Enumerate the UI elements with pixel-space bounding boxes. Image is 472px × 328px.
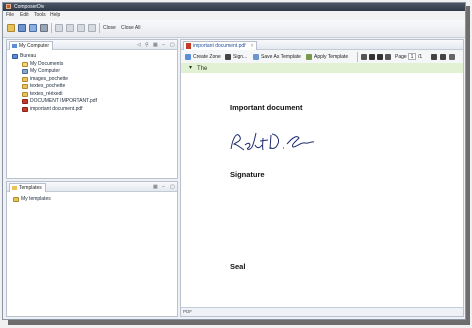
page-number-input[interactable]: 1 [408, 53, 416, 60]
pen-icon [225, 53, 231, 60]
folder-icon [13, 197, 19, 202]
toolbar-separator [51, 23, 52, 33]
cut-icon[interactable] [77, 24, 85, 32]
close-all-button[interactable]: Close All [121, 24, 140, 32]
editor-toolbar: Create Zone Sign... Save As Template App… [181, 50, 463, 64]
pdf-editor: important document.pdf ☓ Create Zone Sig… [180, 39, 464, 317]
save-all-icon[interactable] [29, 24, 37, 32]
tab-templates[interactable]: Templates [9, 183, 46, 192]
toolbar-separator [99, 23, 100, 33]
templates-panel: Templates ▦ – ▢ My templates [6, 181, 178, 317]
previous-page-icon[interactable] [369, 54, 375, 60]
redo-icon[interactable] [66, 24, 74, 32]
link-icon[interactable]: ⚲ [145, 42, 149, 48]
tree-item-label: images_pochette [30, 75, 69, 82]
computer-icon [22, 69, 28, 74]
tree-item-label: DOCUMENT IMPORTANT.pdf [30, 98, 97, 104]
apply-template-icon [306, 53, 312, 60]
panel-header: My Computer ◁ ⚲ ▦ – ▢ [7, 40, 177, 50]
close-tab-icon[interactable]: ☓ [251, 42, 254, 50]
pdf-file-icon [22, 99, 28, 104]
folder-icon [22, 76, 28, 82]
find-icon[interactable] [385, 54, 391, 60]
signature-label: Signature [230, 170, 265, 179]
create-zone-icon [185, 53, 191, 60]
app-icon [6, 4, 11, 9]
minimize-icon[interactable]: – [162, 42, 165, 48]
zoom-in-icon[interactable] [440, 54, 446, 60]
tab-my-computer[interactable]: My Computer [9, 41, 54, 50]
print-icon[interactable] [361, 54, 367, 60]
tree-item-label: textes_pochette [30, 83, 66, 89]
next-page-icon[interactable] [377, 54, 383, 60]
documents-folder-icon [22, 61, 28, 67]
tab-important-document[interactable]: important document.pdf ☓ [183, 41, 257, 50]
templates-icon [12, 186, 17, 190]
page-label: Page [395, 54, 407, 60]
seal-label: Seal [230, 262, 246, 271]
tree-item-label: textes_rééxedi [30, 90, 63, 97]
open-folder-icon[interactable] [7, 24, 15, 32]
document-type-label: PDF [183, 309, 192, 314]
page-total: /1 [418, 54, 423, 60]
tab-label: Templates [19, 185, 42, 191]
title-bar[interactable]: ComposerDiv [3, 3, 465, 11]
window-shadow [8, 320, 470, 325]
main-toolbar: Close Close All [3, 20, 465, 38]
handwritten-signature [230, 132, 315, 151]
close-button[interactable]: Close [103, 24, 116, 32]
file-explorer-panel: My Computer ◁ ⚲ ▦ – ▢ Bureau My Documents… [6, 39, 178, 179]
print-icon[interactable] [40, 24, 48, 32]
menu-edit[interactable]: Edit [20, 12, 29, 19]
fit-page-icon[interactable] [449, 54, 455, 60]
tab-label: My Computer [19, 43, 50, 49]
create-zone-button[interactable]: Create Zone [185, 53, 221, 61]
sign-button[interactable]: Sign... [225, 53, 247, 61]
maximize-icon[interactable]: ▢ [170, 184, 175, 190]
folder-icon [22, 91, 28, 97]
computer-icon [12, 44, 17, 48]
tree-item-label: Bureau [20, 53, 37, 59]
view-menu-icon[interactable]: ▦ [153, 42, 158, 48]
pdf-file-icon [186, 43, 191, 49]
copy-icon[interactable] [88, 24, 96, 32]
tree-item-label: My Documents [30, 60, 64, 67]
menu-tools[interactable]: Tools [34, 12, 46, 19]
window-title: ComposerDiv [14, 4, 45, 10]
undo-icon[interactable] [55, 24, 63, 32]
tree-item-label: My Computer [30, 68, 61, 74]
menu-help[interactable]: Help [50, 12, 60, 19]
minimize-icon[interactable]: – [162, 184, 165, 190]
save-as-template-button[interactable]: Save As Template [253, 53, 301, 61]
document-page[interactable]: Important document Signature Seal [181, 73, 463, 309]
back-icon[interactable]: ◁ [137, 42, 141, 48]
window-shadow [466, 6, 470, 324]
zoom-out-icon[interactable] [431, 54, 437, 60]
tree-item-label: important document.pdf [30, 105, 83, 112]
menu-file[interactable]: File [6, 12, 14, 19]
pdf-file-icon [22, 106, 28, 112]
status-bar: PDF [181, 307, 463, 316]
folder-icon [22, 84, 28, 89]
document-heading: Important document [230, 103, 303, 112]
view-menu-icon[interactable]: ▦ [153, 184, 158, 190]
editor-tab-bar: important document.pdf ☓ [181, 40, 463, 50]
maximize-icon[interactable]: ▢ [170, 42, 175, 48]
desktop-icon [12, 54, 18, 59]
toolbar-separator [357, 52, 358, 62]
save-template-icon [253, 53, 259, 60]
signed-notice: ▾ The document is digitally signed. [189, 65, 223, 96]
panel-header: Templates ▦ – ▢ [7, 182, 177, 192]
application-window: ComposerDiv File Edit Tools Help Close C… [2, 2, 466, 320]
apply-template-button[interactable]: Apply Template [306, 53, 348, 61]
save-icon[interactable] [18, 24, 26, 32]
